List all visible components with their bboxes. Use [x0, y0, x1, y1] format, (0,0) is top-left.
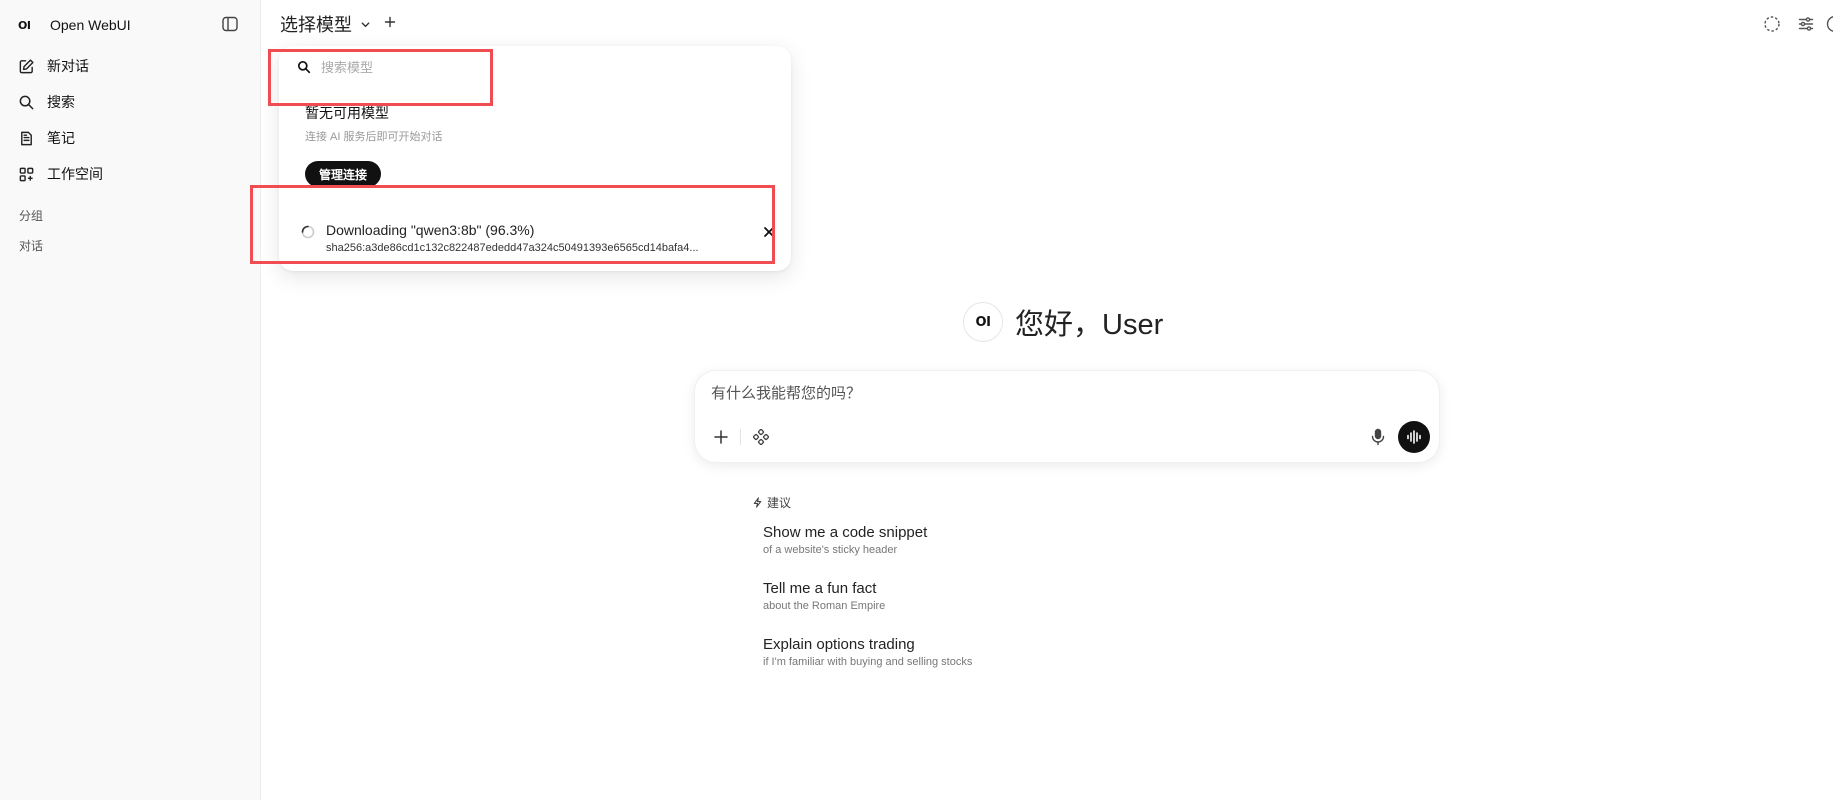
divider	[740, 429, 741, 445]
chevron-down-icon	[361, 21, 370, 27]
suggestions-label: 建议	[767, 496, 792, 510]
sidebar-toggle-icon[interactable]	[221, 15, 239, 33]
suggestion-subtitle: if I'm familiar with buying and selling …	[763, 656, 973, 668]
sidebar: OI Open WebUI 新对话 搜索 笔记 工作空间 分组 对话	[0, 0, 261, 800]
highlight-box-download	[250, 185, 775, 264]
sidebar-item-notes[interactable]: 笔记	[18, 124, 243, 152]
section-groups[interactable]: 分组	[19, 207, 43, 224]
waveform-icon	[1407, 430, 1421, 444]
search-icon	[19, 95, 34, 109]
controls-icon[interactable]	[1797, 15, 1815, 33]
app-name: Open WebUI	[50, 17, 131, 33]
manage-connections-button[interactable]: 管理连接	[305, 161, 382, 187]
voice-mode-button[interactable]	[1398, 421, 1430, 453]
message-input[interactable]	[711, 385, 1391, 402]
suggestion-item[interactable]: Show me a code snippet of a website's st…	[763, 524, 1103, 556]
section-chats[interactable]: 对话	[19, 237, 43, 254]
sidebar-item-label: 搜索	[47, 94, 75, 110]
temporary-chat-icon[interactable]	[1763, 15, 1781, 33]
tools-icon[interactable]	[753, 429, 769, 445]
sidebar-item-label: 新对话	[47, 58, 89, 74]
logo-mark: OI	[18, 18, 31, 32]
highlight-box-search	[268, 49, 493, 106]
suggestion-title: Tell me a fun fact	[763, 580, 877, 597]
lightning-icon	[753, 497, 762, 508]
add-model-icon[interactable]	[383, 15, 397, 29]
model-select-label: 选择模型	[280, 15, 352, 35]
sidebar-item-label: 工作空间	[47, 166, 103, 182]
suggestion-item[interactable]: Explain options trading if I'm familiar …	[763, 636, 1103, 668]
user-avatar-icon[interactable]	[1826, 15, 1833, 33]
greeting-text: 您好，User	[1015, 309, 1164, 341]
empty-models-subtitle: 连接 AI 服务后即可开始对话	[305, 131, 443, 143]
suggestion-title: Explain options trading	[763, 636, 915, 653]
sidebar-item-workspace[interactable]: 工作空间	[18, 160, 243, 188]
suggestion-subtitle: about the Roman Empire	[763, 600, 886, 612]
sidebar-item-new-chat[interactable]: 新对话	[18, 52, 243, 80]
chat-composer	[694, 370, 1440, 463]
suggestion-item[interactable]: Tell me a fun fact about the Roman Empir…	[763, 580, 1103, 612]
suggestion-subtitle: of a website's sticky header	[763, 544, 898, 556]
model-select-button[interactable]: 选择模型	[280, 11, 371, 37]
sidebar-item-label: 笔记	[47, 130, 75, 146]
greeting-logo: OI	[963, 302, 1003, 342]
empty-models-title: 暂无可用模型	[305, 105, 389, 121]
suggestion-title: Show me a code snippet	[763, 524, 928, 541]
plus-icon[interactable]	[713, 429, 729, 445]
sidebar-item-search[interactable]: 搜索	[18, 88, 243, 116]
edit-icon	[19, 58, 34, 73]
greeting: OI 您好，User	[963, 300, 1163, 344]
notes-icon	[21, 131, 32, 145]
suggestions-header: 建议	[752, 494, 791, 511]
microphone-icon[interactable]	[1369, 428, 1387, 446]
app-logo[interactable]: OI Open WebUI	[18, 14, 131, 36]
workspace-icon	[19, 167, 34, 181]
